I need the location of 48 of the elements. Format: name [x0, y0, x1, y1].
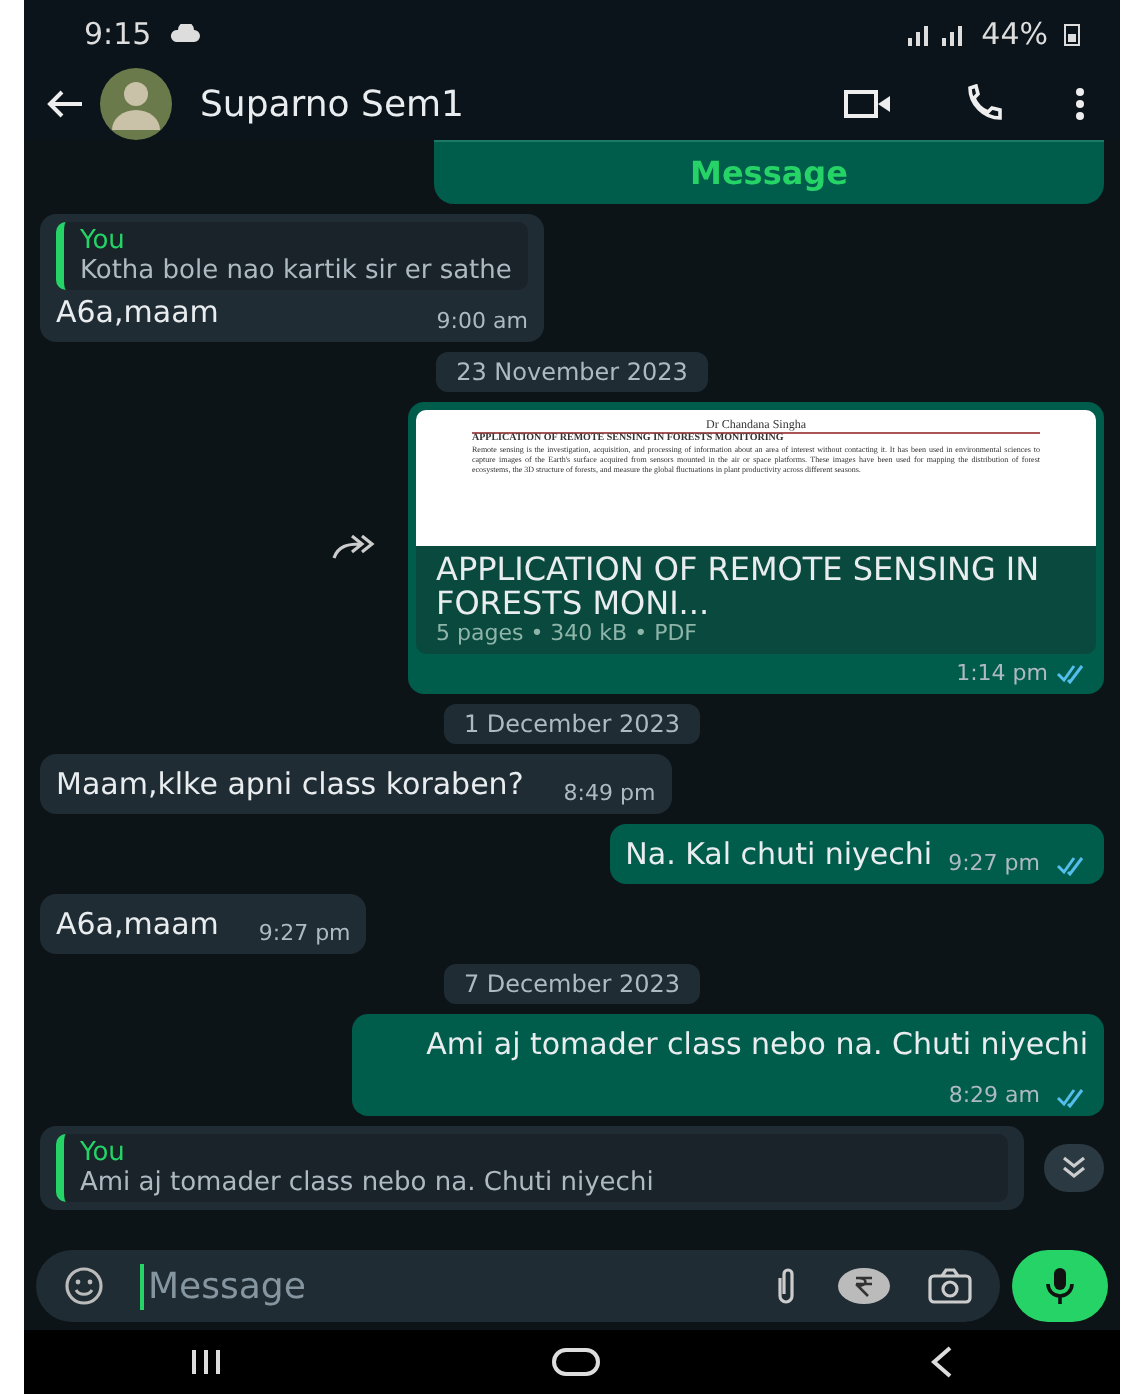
message-time: 8:29 am	[948, 1082, 1040, 1108]
message-time: 1:14 pm	[956, 660, 1048, 686]
date-chip: 1 December 2023	[443, 704, 701, 744]
quote-author: You	[80, 226, 127, 256]
back-icon[interactable]	[930, 1346, 955, 1378]
message-text: Maam,klke apni class koraben?	[56, 764, 524, 806]
message-text: A6a,maam	[56, 292, 219, 334]
quote-author: You	[80, 1138, 127, 1168]
video-call-icon[interactable]	[844, 88, 892, 120]
battery-level: 44%	[981, 16, 1048, 52]
message-text: Ami aj tomader class nebo na. Chuti niyechi	[426, 1024, 1088, 1066]
more-options-icon[interactable]	[1076, 88, 1084, 120]
message-time: 9:00 am	[436, 308, 528, 334]
message-composer[interactable]: Message	[36, 1250, 1000, 1322]
microphone-icon	[1046, 1266, 1074, 1306]
message-time: 9:27 pm	[258, 920, 351, 946]
contact-name[interactable]: Suparno Sem1	[200, 83, 465, 125]
cloud-icon	[167, 24, 200, 44]
recent-apps-icon[interactable]	[189, 1348, 222, 1376]
battery-icon	[1064, 22, 1080, 46]
date-chip: 7 December 2023	[443, 964, 701, 1004]
home-icon[interactable]	[551, 1346, 600, 1378]
signal-icon	[905, 23, 966, 45]
message-text: Na. Kal chuti niyechi	[625, 834, 933, 876]
document-title: APPLICATION OF REMOTE SENSING IN FORESTS MONI...	[416, 546, 1096, 620]
message-button[interactable]: Message	[434, 140, 1104, 192]
microphone-button[interactable]	[1012, 1250, 1108, 1322]
message-time: 8:49 pm	[563, 780, 656, 806]
back-arrow-icon[interactable]	[44, 88, 84, 120]
rupee-icon[interactable]	[836, 1266, 892, 1306]
attachment-icon[interactable]	[772, 1266, 800, 1306]
message-time: 9:27 pm	[948, 850, 1040, 876]
date-chip: 23 November 2023	[436, 352, 708, 392]
avatar-icon[interactable]	[100, 68, 172, 140]
double-chevron-down-icon	[1060, 1156, 1088, 1180]
camera-icon[interactable]	[928, 1268, 972, 1304]
quoted-message[interactable]: You Kotha bole nao kartik sir er sathe	[56, 222, 528, 290]
message-text: A6a,maam	[56, 904, 219, 946]
status-time: 9:15	[84, 16, 152, 52]
document-meta: 5 pages • 340 kB • PDF	[416, 620, 1096, 654]
quote-text: Kotha bole nao kartik sir er sathe	[80, 256, 512, 286]
scroll-down-button[interactable]	[1044, 1144, 1104, 1192]
emoji-icon[interactable]	[64, 1266, 104, 1306]
forward-icon[interactable]	[332, 534, 376, 562]
quoted-message[interactable]: You Ami aj tomader class nebo na. Chuti niyechi	[56, 1134, 1008, 1202]
quote-text: Ami aj tomader class nebo na. Chuti niyechi	[80, 1168, 656, 1198]
phone-call-icon[interactable]	[964, 84, 1004, 124]
document-message[interactable]	[408, 402, 1104, 694]
